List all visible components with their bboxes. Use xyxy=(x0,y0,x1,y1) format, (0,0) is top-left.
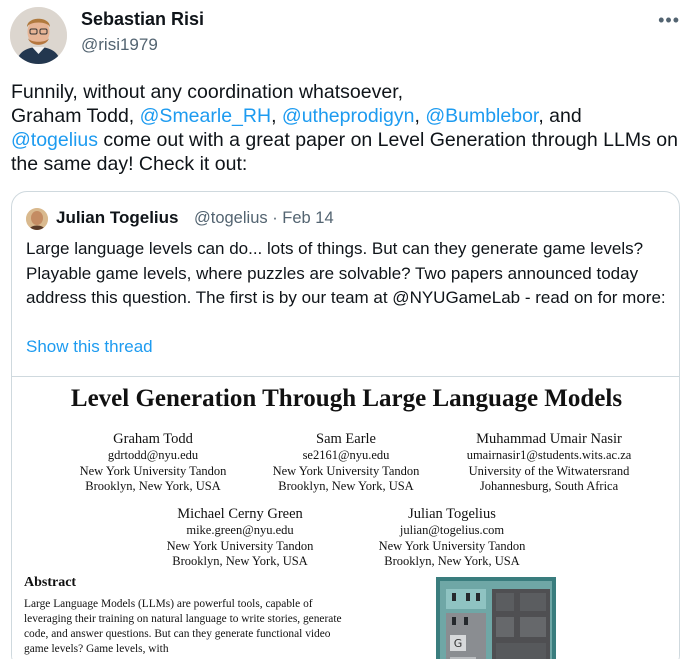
paper-author: Graham Todd gdrtodd@nyu.edu New York Uni… xyxy=(53,430,253,495)
author-name: Graham Todd xyxy=(113,431,193,447)
abstract-text: Large Language Models (LLMs) are powerfu… xyxy=(24,598,342,655)
author-name: Julian Togelius xyxy=(408,506,496,522)
author-location: Johannesburg, South Africa xyxy=(479,479,619,493)
author-location: Brooklyn, New York, USA xyxy=(384,554,520,568)
author-name[interactable]: Sebastian Risi xyxy=(81,9,204,30)
author-name: Sam Earle xyxy=(316,431,376,447)
author-handle[interactable]: @risi1979 xyxy=(81,35,158,55)
author-affiliation: University of the Witwatersrand xyxy=(468,463,630,478)
author-name: Muhammad Umair Nasir xyxy=(476,431,622,447)
quoted-author-name[interactable]: Julian Togelius xyxy=(56,208,178,228)
mention-utheprodigyn[interactable]: @utheprodigyn xyxy=(282,105,415,127)
author-affiliation: New York University Tandon xyxy=(272,463,420,478)
game-level-image: G xyxy=(436,577,556,659)
tweet-text: Funnily, without any coordination whatso… xyxy=(11,80,681,176)
author-location: Brooklyn, New York, USA xyxy=(85,479,221,493)
mention-togelius[interactable]: @togelius xyxy=(11,129,98,151)
author-email: se2161@nyu.edu xyxy=(302,448,390,462)
tweet-text-part: Funnily, without any coordination whatso… xyxy=(11,81,404,103)
abstract-heading: Abstract xyxy=(24,575,77,590)
paper-author: Sam Earle se2161@nyu.edu New York Univer… xyxy=(246,430,446,495)
author-affiliation: New York University Tandon xyxy=(378,538,526,553)
paper-author: Michael Cerny Green mike.green@nyu.edu N… xyxy=(140,505,340,570)
paper-image[interactable]: Level Generation Through Large Language … xyxy=(12,376,679,659)
tweet-text-part: , and xyxy=(538,105,582,127)
author-email: umairnasir1@students.wits.ac.za xyxy=(466,448,632,462)
author-affiliation: New York University Tandon xyxy=(79,463,227,478)
author-email: gdrtodd@nyu.edu xyxy=(107,448,199,462)
mention-bumblebor[interactable]: @Bumblebor xyxy=(425,105,538,127)
author-location: Brooklyn, New York, USA xyxy=(278,479,414,493)
tweet-text-part: come out with a great paper on Level Gen… xyxy=(11,129,678,175)
game-level-icon: G xyxy=(436,577,556,659)
quoted-tweet-text: Large language levels can do... lots of … xyxy=(26,239,666,307)
author-avatar[interactable] xyxy=(10,7,67,64)
author-email: mike.green@nyu.edu xyxy=(186,523,294,537)
author-affiliation: New York University Tandon xyxy=(166,538,314,553)
paper-author: Julian Togelius julian@togelius.com New … xyxy=(352,505,552,570)
tweet: Sebastian Risi @risi1979 ••• Funnily, wi… xyxy=(0,0,700,659)
quoted-tweet[interactable]: Julian Togelius @togelius · Feb 14 Large… xyxy=(11,191,680,659)
show-thread-link[interactable]: Show this thread xyxy=(26,337,153,357)
avatar-photo-icon xyxy=(10,7,67,64)
paper-title: Level Generation Through Large Language … xyxy=(70,385,623,412)
quoted-author-meta[interactable]: @togelius · Feb 14 xyxy=(194,209,334,228)
svg-text:G: G xyxy=(454,637,463,650)
author-location: Brooklyn, New York, USA xyxy=(172,554,308,568)
quoted-author-avatar[interactable] xyxy=(26,208,48,230)
mention-smearle[interactable]: @Smearle_RH xyxy=(140,105,271,127)
tweet-text-part: , xyxy=(271,105,282,127)
avatar-photo-icon xyxy=(26,208,48,230)
more-options-icon[interactable]: ••• xyxy=(658,10,680,31)
author-name: Michael Cerny Green xyxy=(177,506,303,522)
paper-author: Muhammad Umair Nasir umairnasir1@student… xyxy=(449,430,649,495)
tweet-text-part: Graham Todd, xyxy=(11,105,140,127)
tweet-text-part: , xyxy=(414,105,426,127)
author-email: julian@togelius.com xyxy=(399,523,505,537)
